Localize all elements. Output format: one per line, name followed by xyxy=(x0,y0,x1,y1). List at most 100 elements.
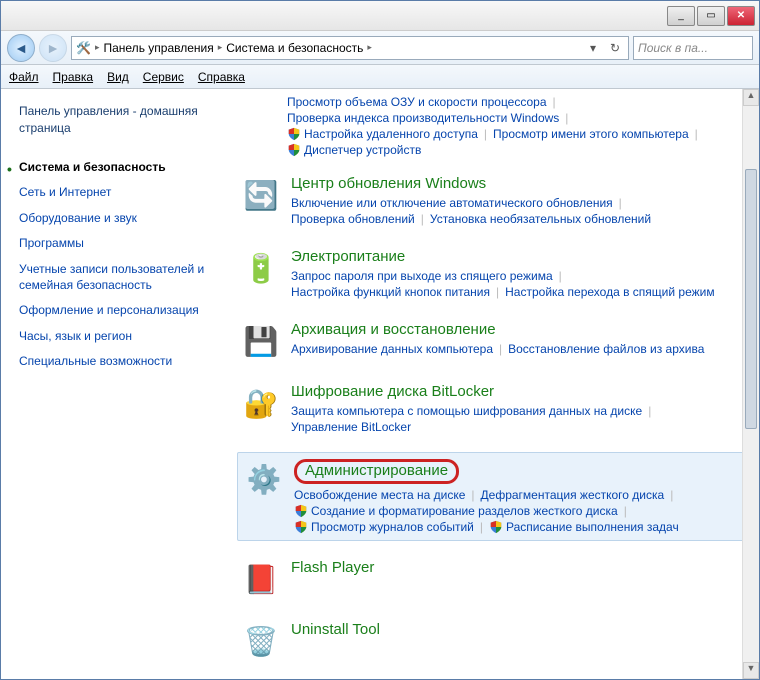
separator: | xyxy=(670,488,673,502)
task-link[interactable]: Расписание выполнения задач xyxy=(489,520,679,534)
scroll-down-button[interactable]: ▼ xyxy=(743,662,759,679)
close-button[interactable]: ✕ xyxy=(727,6,755,26)
back-button[interactable]: ◄ xyxy=(7,34,35,62)
menu-view[interactable]: Вид xyxy=(107,70,129,84)
maximize-button[interactable]: ▭ xyxy=(697,6,725,26)
category-section: 📕 Flash Player xyxy=(237,555,745,603)
separator: | xyxy=(553,95,556,109)
task-link[interactable]: Диспетчер устройств xyxy=(287,143,421,157)
minimize-button[interactable]: _ xyxy=(667,6,695,26)
sidebar-item[interactable]: Учетные записи пользователей и семейная … xyxy=(19,257,221,298)
menubar: Файл Правка Вид Сервис Справка xyxy=(1,65,759,89)
system-links: Просмотр объема ОЗУ и скорости процессор… xyxy=(287,95,745,157)
chevron-right-icon: ▸ xyxy=(367,42,372,53)
category-links: Защита компьютера с помощью шифрования д… xyxy=(291,404,741,434)
task-link[interactable]: Просмотр имени этого компьютера xyxy=(493,127,689,141)
category-links: Включение или отключение автоматического… xyxy=(291,196,741,226)
separator: | xyxy=(484,127,487,141)
shield-icon xyxy=(294,504,308,518)
task-link[interactable]: Создание и форматирование разделов жестк… xyxy=(294,504,618,518)
task-link[interactable]: Защита компьютера с помощью шифрования д… xyxy=(291,404,642,418)
sidebar-item[interactable]: Часы, язык и регион xyxy=(19,324,221,350)
search-placeholder: Поиск в па... xyxy=(638,41,708,55)
sidebar-item[interactable]: Сеть и Интернет xyxy=(19,180,221,206)
task-link[interactable]: Управление BitLocker xyxy=(291,420,411,434)
separator: | xyxy=(565,111,568,125)
menu-file[interactable]: Файл xyxy=(9,70,39,84)
menu-help[interactable]: Справка xyxy=(198,70,245,84)
category-section: 🗑️Uninstall Tool xyxy=(237,617,745,665)
task-link[interactable]: Настройка перехода в спящий режим xyxy=(505,285,714,299)
category-links: Освобождение места на диске | Дефрагмент… xyxy=(294,488,738,534)
category-heading-link[interactable]: Flash Player xyxy=(291,559,374,576)
task-link[interactable]: Просмотр объема ОЗУ и скорости процессор… xyxy=(287,95,547,109)
category-heading-link[interactable]: Uninstall Tool xyxy=(291,621,380,638)
task-link[interactable]: Архивирование данных компьютера xyxy=(291,342,493,356)
task-link[interactable]: Проверка индекса производительности Wind… xyxy=(287,111,559,125)
task-link[interactable]: Дефрагментация жесткого диска xyxy=(481,488,665,502)
separator: | xyxy=(695,127,698,141)
navbar: ◄ ► 🛠️ ▸ Панель управления ▸ Система и б… xyxy=(1,31,759,65)
content-pane: Просмотр объема ОЗУ и скорости процессор… xyxy=(231,89,759,679)
task-link[interactable]: Восстановление файлов из архива xyxy=(508,342,704,356)
category-heading-link[interactable]: Администрирование xyxy=(294,459,459,484)
category-section: 🔄 Центр обновления Windows Включение или о… xyxy=(237,171,745,230)
address-bar[interactable]: 🛠️ ▸ Панель управления ▸ Система и безоп… xyxy=(71,36,629,60)
category-links: Архивирование данных компьютера | Восста… xyxy=(291,342,741,356)
sidebar-item[interactable]: Система и безопасность xyxy=(19,155,221,181)
search-input[interactable]: Поиск в па... xyxy=(633,36,753,60)
menu-tools[interactable]: Сервис xyxy=(143,70,184,84)
task-link[interactable]: Установка необязательных обновлений xyxy=(430,212,651,226)
category-section: 💾 Архивация и восстановление Архивирование… xyxy=(237,317,745,365)
shield-icon xyxy=(294,520,308,534)
chevron-right-icon: ▸ xyxy=(218,42,223,53)
sidebar-item[interactable]: Специальные возможности xyxy=(19,349,221,375)
scroll-thumb[interactable] xyxy=(745,169,757,429)
category-heading-link[interactable]: Электропитание xyxy=(291,248,405,265)
category-icon: 💾 xyxy=(241,321,281,361)
separator: | xyxy=(624,504,627,518)
sidebar-item[interactable]: Оформление и персонализация xyxy=(19,298,221,324)
shield-icon xyxy=(489,520,503,534)
task-link[interactable]: Освобождение места на диске xyxy=(294,488,465,502)
category-links: Запрос пароля при выходе из спящего режи… xyxy=(291,269,741,299)
category-icon: ⚙️ xyxy=(244,459,284,499)
separator: | xyxy=(471,488,474,502)
shield-icon xyxy=(287,127,301,141)
separator: | xyxy=(421,212,424,226)
category-heading-link[interactable]: Центр обновления Windows xyxy=(291,175,486,192)
address-dropdown[interactable]: ▾ xyxy=(584,41,602,55)
category-heading-link[interactable]: Шифрование диска BitLocker xyxy=(291,383,494,400)
separator: | xyxy=(559,269,562,283)
titlebar: _ ▭ ✕ xyxy=(1,1,759,31)
task-link[interactable]: Настройка функций кнопок питания xyxy=(291,285,490,299)
task-link[interactable]: Запрос пароля при выходе из спящего режи… xyxy=(291,269,553,283)
category-section: 🔋 Электропитание Запрос пароля при выходе … xyxy=(237,244,745,303)
control-panel-home-link[interactable]: Панель управления - домашняя страница xyxy=(19,103,221,137)
separator: | xyxy=(496,285,499,299)
scroll-up-button[interactable]: ▲ xyxy=(743,89,759,106)
vertical-scrollbar[interactable]: ▲ ▼ xyxy=(742,89,759,679)
breadcrumb-root[interactable]: Панель управления xyxy=(103,41,213,55)
task-link[interactable]: Проверка обновлений xyxy=(291,212,415,226)
separator: | xyxy=(648,404,651,418)
task-link[interactable]: Просмотр журналов событий xyxy=(294,520,474,534)
category-icon: 🔋 xyxy=(241,248,281,288)
category-heading-link[interactable]: Архивация и восстановление xyxy=(291,321,496,338)
sidebar-item[interactable]: Программы xyxy=(19,231,221,257)
refresh-button[interactable]: ↻ xyxy=(606,41,624,55)
menu-edit[interactable]: Правка xyxy=(53,70,94,84)
breadcrumb-current[interactable]: Система и безопасность xyxy=(226,41,363,55)
category-icon: 🔄 xyxy=(241,175,281,215)
task-link[interactable]: Включение или отключение автоматического… xyxy=(291,196,613,210)
separator: | xyxy=(499,342,502,356)
sidebar-item[interactable]: Оборудование и звук xyxy=(19,206,221,232)
chevron-right-icon: ▸ xyxy=(95,42,100,53)
category-icon: 📕 xyxy=(241,559,281,599)
forward-button[interactable]: ► xyxy=(39,34,67,62)
sidebar: Панель управления - домашняя страница Си… xyxy=(1,89,231,679)
task-link[interactable]: Настройка удаленного доступа xyxy=(287,127,478,141)
separator: | xyxy=(619,196,622,210)
category-icon: 🔐 xyxy=(241,383,281,423)
shield-icon xyxy=(287,143,301,157)
